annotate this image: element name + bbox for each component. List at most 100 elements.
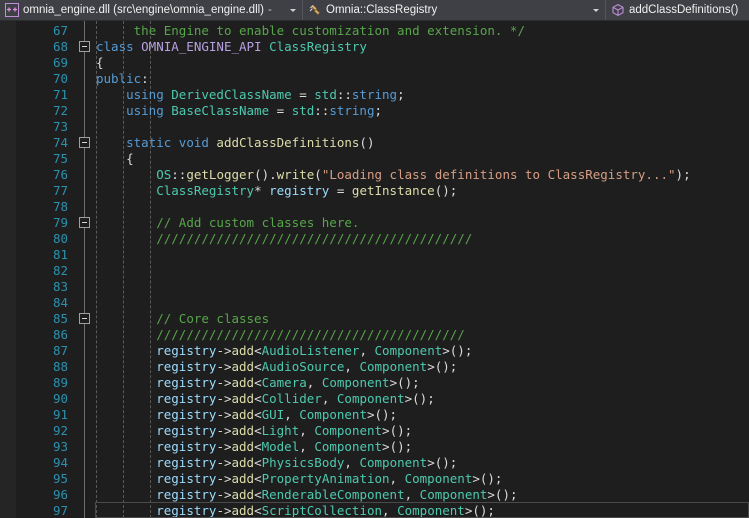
- code-token: add: [231, 391, 255, 406]
- code-text[interactable]: registry->add<Camera, Component>();: [96, 375, 420, 391]
- code-token: :: [141, 71, 149, 86]
- line-number: 81: [52, 247, 68, 262]
- project-scope-label: omnia_engine.dll (src\engine\omnia_engin…: [23, 3, 265, 16]
- code-text[interactable]: registry->add<GUI, Component>();: [96, 407, 397, 423]
- chevron-down-icon[interactable]: [589, 0, 602, 20]
- chevron-down-icon[interactable]: [286, 0, 299, 20]
- code-line[interactable]: 70 public:: [0, 71, 749, 87]
- code-line[interactable]: 90 registry->add<Collider, Component>();: [0, 391, 749, 407]
- code-text[interactable]: ////////////////////////////////////////…: [96, 327, 465, 343]
- code-token: <: [254, 407, 262, 422]
- code-line[interactable]: 96 registry->add<RenderableComponent, Co…: [0, 487, 749, 503]
- code-line[interactable]: 84: [0, 295, 749, 311]
- code-token: add: [231, 487, 255, 502]
- code-line[interactable]: 83: [0, 279, 749, 295]
- code-text[interactable]: registry->add<RenderableComponent, Compo…: [96, 487, 518, 503]
- code-token: ,: [284, 407, 300, 422]
- code-line[interactable]: 68 class OMNIA_ENGINE_API ClassRegistry: [0, 39, 749, 55]
- code-token: Component: [397, 503, 465, 518]
- code-editor[interactable]: 67 the Engine to enable customization an…: [0, 21, 749, 518]
- code-token: OMNIA_ENGINE_API: [141, 39, 270, 54]
- code-text[interactable]: static void addClassDefinitions(): [96, 135, 374, 151]
- code-text[interactable]: {: [96, 151, 134, 167]
- code-line[interactable]: 72 using BaseClassName = std::string;: [0, 103, 749, 119]
- code-text[interactable]: OS::getLogger().write("Loading class def…: [96, 167, 690, 183]
- code-token: ,: [306, 375, 322, 390]
- code-token: registry: [156, 343, 217, 358]
- code-token: >();: [389, 375, 420, 390]
- code-text[interactable]: registry->add<AudioListener, Component>(…: [96, 343, 472, 359]
- code-line[interactable]: 86 /////////////////////////////////////…: [0, 327, 749, 343]
- code-line[interactable]: 78: [0, 199, 749, 215]
- code-line[interactable]: 77 ClassRegistry* registry = getInstance…: [0, 183, 749, 199]
- member-scope-dropdown[interactable]: addClassDefinitions(): [605, 0, 749, 20]
- code-text[interactable]: the Engine to enable customization and e…: [96, 23, 525, 39]
- code-line[interactable]: 67 the Engine to enable customization an…: [0, 23, 749, 39]
- code-text[interactable]: using BaseClassName = std::string;: [96, 103, 382, 119]
- code-text[interactable]: registry->add<PhysicsBody, Component>();: [96, 455, 457, 471]
- code-line[interactable]: 75 {: [0, 151, 749, 167]
- code-token: >();: [382, 423, 413, 438]
- code-token: std: [314, 87, 337, 102]
- code-text[interactable]: public:: [96, 71, 149, 87]
- code-text[interactable]: registry->add<Collider, Component>();: [96, 391, 435, 407]
- code-token: Component: [336, 391, 405, 406]
- code-token: Component: [299, 407, 367, 422]
- line-number: 95: [52, 471, 68, 486]
- code-token: getLogger: [186, 167, 255, 182]
- code-token: add: [231, 407, 255, 422]
- code-text[interactable]: registry->add<AudioSource, Component>();: [96, 359, 457, 375]
- code-token: ,: [299, 423, 315, 438]
- code-line[interactable]: 69 {: [0, 55, 749, 71]
- code-token: OS: [156, 167, 172, 182]
- code-text[interactable]: ////////////////////////////////////////…: [96, 231, 472, 247]
- code-line[interactable]: 87 registry->add<AudioListener, Componen…: [0, 343, 749, 359]
- code-line[interactable]: 85 // Core classes: [0, 311, 749, 327]
- code-token: Camera: [261, 375, 307, 390]
- code-token: add: [231, 343, 255, 358]
- class-scope-dropdown[interactable]: Omnia::ClassRegistry: [302, 0, 605, 20]
- code-line[interactable]: 91 registry->add<GUI, Component>();: [0, 407, 749, 423]
- code-token: >();: [404, 391, 435, 406]
- code-token: Component: [359, 455, 428, 470]
- code-line[interactable]: 73: [0, 119, 749, 135]
- navigation-bar: omnia_engine.dll (src\engine\omnia_engin…: [0, 0, 749, 21]
- code-line[interactable]: 79 // Add custom classes here.: [0, 215, 749, 231]
- code-token: PropertyAnimation: [261, 471, 390, 486]
- code-line[interactable]: 74 static void addClassDefinitions(): [0, 135, 749, 151]
- code-line[interactable]: 95 registry->add<PropertyAnimation, Comp…: [0, 471, 749, 487]
- code-line[interactable]: 89 registry->add<Camera, Component>();: [0, 375, 749, 391]
- code-text[interactable]: registry->add<PropertyAnimation, Compone…: [96, 471, 502, 487]
- code-line[interactable]: 93 registry->add<Model, Component>();: [0, 439, 749, 455]
- code-text[interactable]: using DerivedClassName = std::string;: [96, 87, 404, 103]
- code-token: registry: [156, 471, 217, 486]
- code-line[interactable]: 97 registry->add<ScriptCollection, Compo…: [0, 503, 749, 518]
- code-token: >();: [464, 503, 495, 518]
- code-token: add: [231, 359, 255, 374]
- code-token: registry: [156, 359, 217, 374]
- code-line[interactable]: 92 registry->add<Light, Component>();: [0, 423, 749, 439]
- code-line[interactable]: 88 registry->add<AudioSource, Component>…: [0, 359, 749, 375]
- code-line[interactable]: 76 OS::getLogger().write("Loading class …: [0, 167, 749, 183]
- line-number: 80: [52, 231, 68, 246]
- code-token: <: [254, 391, 262, 406]
- code-text[interactable]: // Core classes: [96, 311, 269, 327]
- code-text[interactable]: // Add custom classes here.: [96, 215, 359, 231]
- code-line[interactable]: 80 /////////////////////////////////////…: [0, 231, 749, 247]
- code-text[interactable]: ClassRegistry* registry = getInstance();: [96, 183, 457, 199]
- code-line[interactable]: 94 registry->add<PhysicsBody, Component>…: [0, 455, 749, 471]
- code-text[interactable]: class OMNIA_ENGINE_API ClassRegistry: [96, 39, 367, 55]
- code-line[interactable]: 71 using DerivedClassName = std::string;: [0, 87, 749, 103]
- line-number: 89: [52, 375, 68, 390]
- code-line[interactable]: 82: [0, 263, 749, 279]
- code-token: Light: [261, 423, 300, 438]
- code-text[interactable]: {: [96, 55, 104, 71]
- code-line[interactable]: 81: [0, 247, 749, 263]
- project-scope-dropdown[interactable]: omnia_engine.dll (src\engine\omnia_engin…: [0, 0, 302, 20]
- code-token: >();: [487, 487, 518, 502]
- code-token: ->: [216, 439, 232, 454]
- code-text[interactable]: registry->add<ScriptCollection, Componen…: [96, 503, 495, 518]
- code-text[interactable]: registry->add<Light, Component>();: [96, 423, 412, 439]
- code-text[interactable]: registry->add<Model, Component>();: [96, 439, 412, 455]
